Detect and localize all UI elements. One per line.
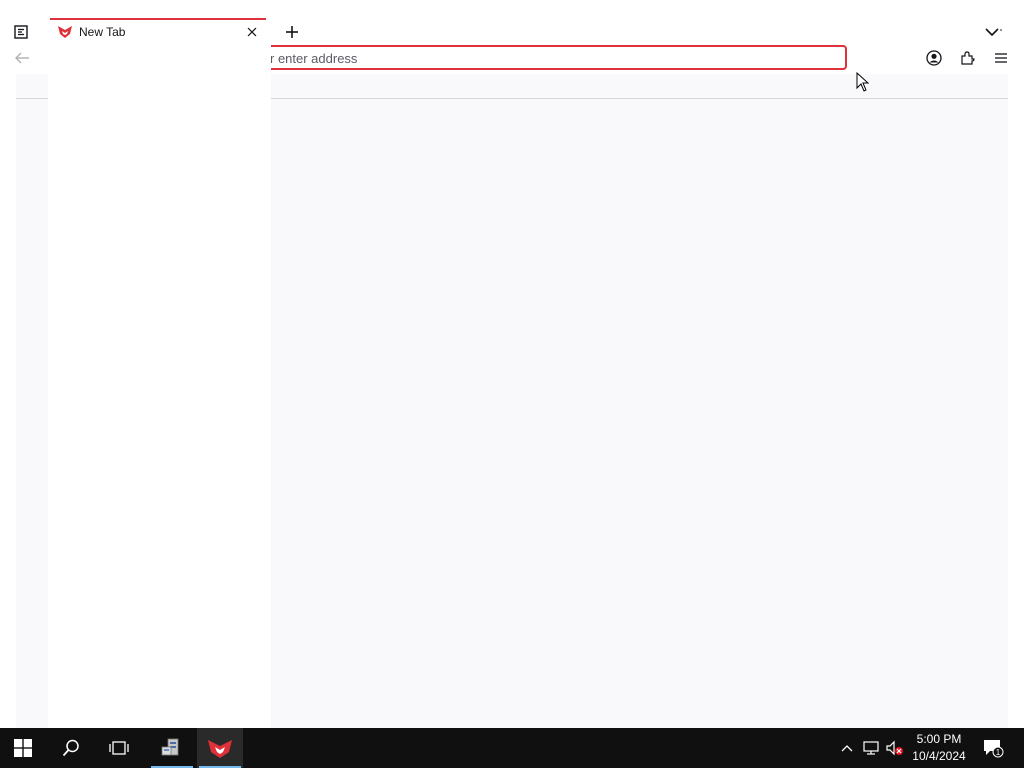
- account-icon[interactable]: [923, 47, 945, 69]
- puzzle-piece-icon[interactable]: [957, 47, 979, 69]
- clock-time: 5:00 PM: [916, 732, 962, 746]
- system-clock[interactable]: 5:00 PM 10/4/2024: [906, 731, 972, 765]
- search-icon[interactable]: [48, 728, 94, 768]
- browser-logo-icon: [57, 24, 73, 40]
- address-input[interactable]: [270, 49, 830, 67]
- server-manager-icon[interactable]: [149, 728, 195, 768]
- sidebar-icon[interactable]: [11, 22, 31, 42]
- network-icon[interactable]: [861, 738, 881, 758]
- notification-count: 1: [996, 748, 1001, 757]
- taskbar: 5:00 PM 10/4/2024 1: [0, 728, 1024, 768]
- plus-icon[interactable]: [282, 22, 302, 42]
- windows-logo-icon: [14, 739, 32, 757]
- volume-muted-icon[interactable]: [885, 738, 905, 758]
- mouse-cursor-icon: [856, 72, 870, 92]
- chevron-down-icon[interactable]: [982, 22, 1004, 42]
- tab-title: New Tab: [79, 25, 126, 39]
- tab-strip: New Tab: [0, 16, 1024, 46]
- close-icon[interactable]: [244, 24, 260, 40]
- start-button[interactable]: [0, 728, 46, 768]
- chevron-up-icon[interactable]: [837, 738, 857, 758]
- hamburger-menu-icon[interactable]: [990, 47, 1012, 69]
- address-dropdown-panel: [48, 44, 271, 728]
- back-arrow-icon[interactable]: [12, 48, 32, 68]
- browser-logo-icon[interactable]: [197, 728, 243, 768]
- task-view-icon[interactable]: [96, 728, 142, 768]
- notification-icon[interactable]: 1: [980, 736, 1006, 760]
- browser-window: New Tab: [0, 0, 1024, 728]
- address-bar[interactable]: [176, 45, 847, 70]
- clock-date: 10/4/2024: [912, 749, 966, 763]
- tab-new-tab[interactable]: New Tab: [50, 18, 266, 44]
